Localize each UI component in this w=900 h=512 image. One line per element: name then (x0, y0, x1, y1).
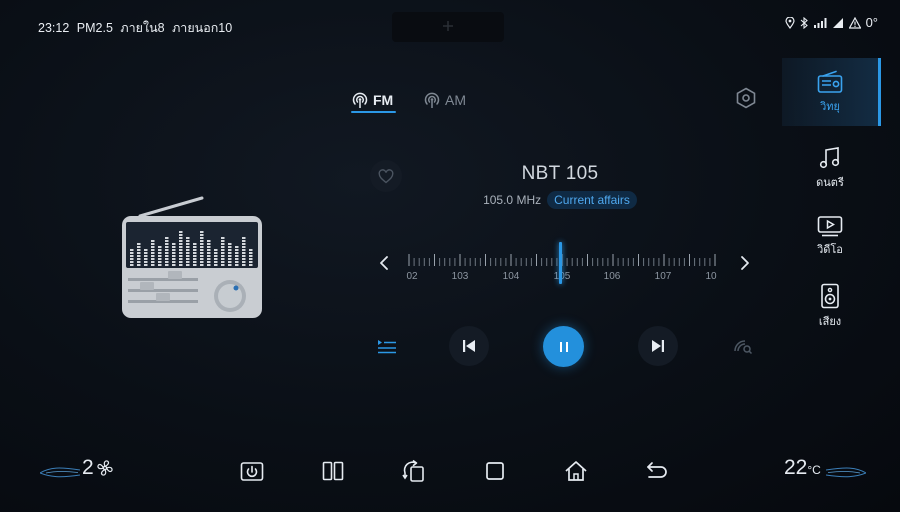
station-name: NBT 105 (521, 163, 599, 184)
fan-speed-control[interactable]: 2 (82, 456, 114, 480)
heart-icon (378, 168, 394, 183)
skip-next-icon (652, 340, 664, 352)
tune-up-button[interactable] (735, 250, 755, 276)
power-screen-icon (240, 462, 264, 481)
cabin-temperature-control[interactable]: 22 °C (784, 456, 821, 480)
scale-label: 106 (603, 271, 621, 282)
sidebar-item-label: เสียง (818, 315, 842, 328)
camera-notch (392, 12, 504, 42)
chevron-left-icon (380, 256, 388, 270)
sidebar-item-label: ดนตรี (816, 176, 844, 189)
scale-label: 105 (553, 271, 571, 282)
home-button[interactable] (563, 458, 589, 484)
favorite-button[interactable] (370, 160, 402, 192)
skip-previous-icon (463, 340, 475, 352)
head-unit-screen: 23:12 PM2.5 ภายใน8 ภายนอก10 0° FM AM NBT… (0, 0, 900, 512)
media-sidebar: วิทยุ ดนตรี วิดีโอ เสียง (782, 58, 881, 348)
location-icon (784, 16, 795, 29)
tab-am-label: AM (445, 92, 466, 108)
recent-apps-button[interactable] (482, 458, 508, 484)
inside-air-reading: ภายใน8 (120, 21, 165, 35)
back-arrow-icon (647, 462, 667, 478)
status-right: 0° (784, 15, 878, 30)
tuning-needle[interactable] (559, 242, 562, 284)
scale-label: 104 (502, 271, 520, 282)
tab-active-indicator (351, 111, 396, 113)
settings-button[interactable] (734, 86, 758, 110)
tune-down-button[interactable] (374, 250, 394, 276)
cellular-signal-icon (813, 17, 827, 28)
broadcast-icon (352, 92, 368, 108)
station-category-badge: Current affairs (547, 191, 637, 209)
mobile-data-icon (832, 17, 843, 28)
air-quality-label: PM2.5 (76, 21, 113, 35)
screen-power-button[interactable] (239, 458, 265, 484)
hexagon-settings-icon (736, 87, 756, 109)
tab-am[interactable]: AM (423, 86, 466, 114)
split-screen-button[interactable] (320, 458, 346, 484)
clock: 23:12 (38, 21, 70, 35)
scan-button[interactable] (730, 334, 756, 358)
pause-button[interactable] (543, 326, 584, 367)
sidebar-item-sound[interactable]: เสียง (782, 272, 878, 340)
outside-temperature: 0° (865, 15, 878, 30)
warning-icon (848, 16, 861, 29)
temperature-unit: °C (807, 463, 821, 477)
sidebar-item-music[interactable]: ดนตรี (782, 134, 878, 202)
wave-decoration-left (40, 467, 80, 478)
playlist-icon (378, 340, 396, 354)
pause-icon (559, 341, 568, 352)
music-note-icon (819, 146, 840, 168)
scale-label: 103 (451, 271, 469, 282)
scale-label: 107 (654, 271, 672, 282)
plus-icon (443, 21, 453, 31)
tab-fm-label: FM (373, 92, 394, 108)
bluetooth-icon (800, 16, 808, 29)
status-left: 23:12 PM2.5 ภายใน8 ภายนอก10 (38, 18, 236, 38)
sidebar-item-video[interactable]: วิดีโอ (782, 202, 878, 270)
chevron-right-icon (741, 256, 749, 270)
previous-station-button[interactable] (449, 326, 489, 366)
bottom-dock: 2 22 °C (0, 448, 900, 494)
scale-label: 10 (705, 271, 717, 282)
square-icon (486, 462, 504, 480)
radio-icon (817, 70, 843, 93)
rotate-screen-icon (402, 459, 424, 482)
next-station-button[interactable] (638, 326, 678, 366)
rotate-screen-button[interactable] (401, 458, 427, 484)
outside-air-reading: ภายนอก10 (172, 21, 233, 35)
tab-fm[interactable]: FM (351, 86, 393, 114)
station-details: 105.0 MHz Current affairs (440, 191, 680, 209)
temperature-value: 22 (784, 456, 808, 479)
sidebar-item-label: วิทยุ (820, 100, 840, 113)
station-list-button[interactable] (374, 334, 400, 358)
speaker-icon (821, 283, 839, 308)
sidebar-active-indicator (878, 58, 881, 126)
fan-level: 2 (82, 456, 94, 479)
station-frequency: 105.0 MHz (483, 193, 542, 207)
wave-decoration-right (826, 467, 866, 478)
signal-search-icon (734, 340, 753, 355)
sidebar-item-label: วิดีโอ (817, 243, 843, 256)
split-screen-icon (322, 461, 344, 481)
home-icon (565, 461, 587, 481)
fan-icon (97, 460, 113, 476)
broadcast-icon (424, 92, 440, 108)
video-icon (817, 215, 843, 236)
back-button[interactable] (644, 458, 670, 484)
scale-label: 02 (406, 271, 418, 282)
radio-illustration (122, 196, 262, 318)
sidebar-item-radio[interactable]: วิทยุ (782, 58, 878, 126)
status-bar: 23:12 PM2.5 ภายใน8 ภายนอก10 0° (0, 0, 900, 50)
